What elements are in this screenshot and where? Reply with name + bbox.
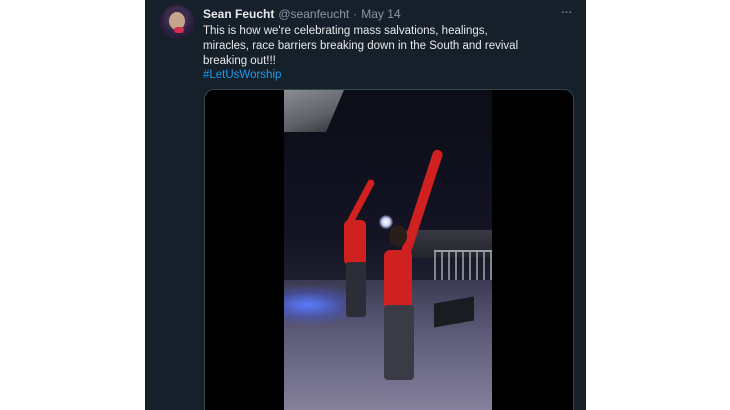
- tweet-card: Sean Feucht @seanfeucht · May 14 ··· Thi…: [145, 0, 586, 410]
- fence-image: [434, 250, 492, 282]
- stage-roof-image: [284, 90, 344, 132]
- avatar[interactable]: [160, 5, 194, 39]
- avatar-accent: [174, 27, 184, 33]
- person-front-legs: [384, 305, 414, 380]
- tweet-date[interactable]: May 14: [361, 7, 400, 21]
- person-back-legs: [346, 262, 366, 317]
- video-media[interactable]: [204, 89, 574, 410]
- user-handle[interactable]: @seanfeucht: [278, 7, 349, 21]
- tweet-text: This is how we're celebrating mass salva…: [203, 25, 519, 67]
- spotlight-image: [379, 215, 393, 229]
- person-front-body: [384, 250, 412, 310]
- tweet-header: Sean Feucht @seanfeucht · May 14: [203, 6, 401, 22]
- hashtag-link[interactable]: #LetUsWorship: [203, 68, 281, 83]
- display-name[interactable]: Sean Feucht: [203, 7, 274, 21]
- separator-dot: ·: [353, 7, 358, 21]
- more-options-icon[interactable]: ···: [558, 4, 574, 18]
- video-frame[interactable]: [284, 90, 492, 410]
- person-front-head: [389, 225, 407, 247]
